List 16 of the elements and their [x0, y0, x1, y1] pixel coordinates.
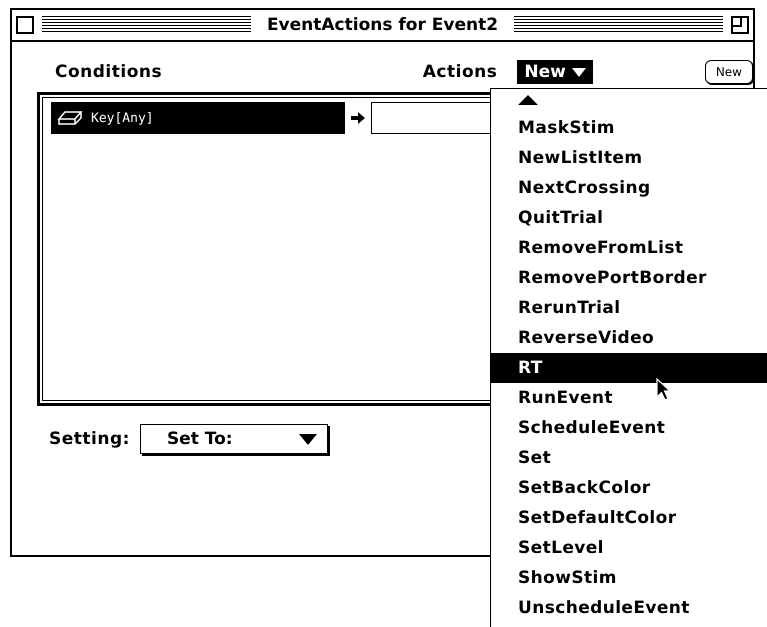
menu-item[interactable]: RT — [491, 353, 767, 383]
key-icon — [57, 110, 83, 126]
conditions-label: Conditions — [54, 62, 164, 82]
caret-icon — [298, 434, 317, 444]
setting-select[interactable]: Set To: — [140, 424, 328, 454]
condition-item[interactable]: Key[Any] — [51, 102, 345, 134]
arrow-icon — [351, 112, 365, 124]
caret-icon — [572, 68, 586, 76]
setting-label: Setting: — [49, 429, 130, 449]
zoom-box-icon[interactable] — [731, 16, 749, 34]
new-button[interactable]: New — [704, 60, 753, 84]
close-box-icon[interactable] — [16, 16, 34, 34]
condition-text: Key[Any] — [91, 110, 154, 126]
scroll-up-arrow-icon[interactable] — [518, 95, 538, 105]
new-popup[interactable]: New — [517, 60, 593, 84]
actions-label: Actions — [422, 62, 498, 82]
